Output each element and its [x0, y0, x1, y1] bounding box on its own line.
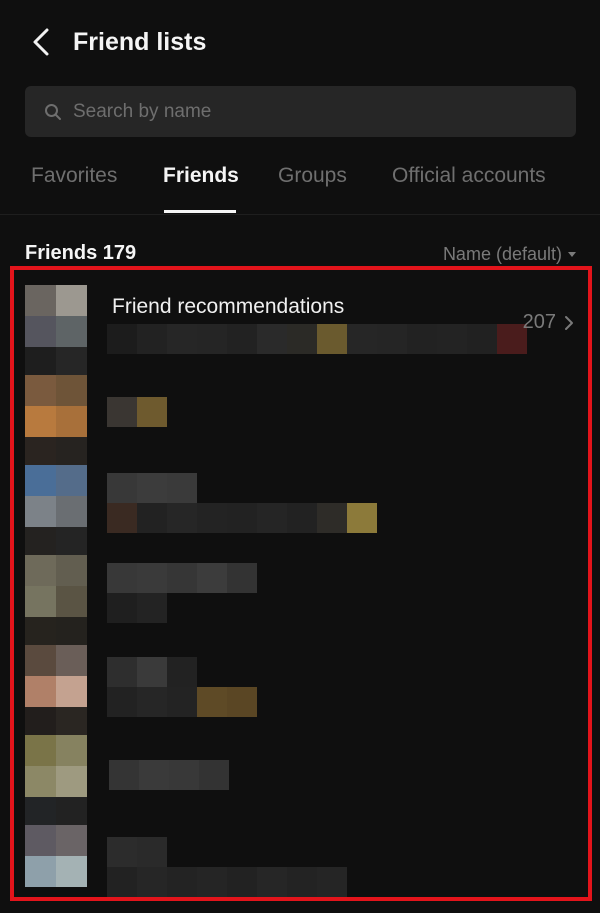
pixelated-preview	[107, 324, 527, 354]
search-bar[interactable]	[25, 86, 576, 137]
friends-count-heading: Friends 179	[25, 242, 137, 264]
recommendations-count-value: 207	[522, 311, 556, 333]
app-header: Friend lists	[0, 0, 600, 84]
pixelated-preview	[107, 867, 347, 897]
pixelated-preview	[107, 593, 167, 623]
avatar-fragment	[25, 437, 87, 465]
search-icon	[44, 103, 62, 121]
avatar	[25, 555, 87, 617]
avatar	[25, 825, 87, 887]
pixelated-preview	[107, 503, 377, 533]
avatar-fragment	[25, 617, 87, 645]
tab-official-accounts[interactable]: Official accounts	[392, 164, 546, 188]
tab-groups[interactable]: Groups	[278, 164, 347, 188]
sort-dropdown[interactable]: Name (default)	[443, 244, 576, 265]
chevron-right-icon	[565, 315, 573, 330]
friend-row[interactable]	[0, 823, 600, 913]
page-title: Friend lists	[73, 28, 207, 56]
search-input[interactable]	[71, 99, 535, 124]
avatar-fragment	[25, 527, 87, 555]
avatar-fragment	[25, 347, 87, 375]
friend-recommendations-row[interactable]: Friend recommendations 207	[0, 283, 600, 375]
friend-row[interactable]	[0, 643, 600, 735]
pixelated-name	[107, 563, 257, 593]
pixelated-name	[107, 657, 197, 687]
avatar	[25, 645, 87, 707]
avatar-fragment	[25, 707, 87, 735]
pixelated-name	[107, 473, 197, 503]
avatar	[25, 375, 87, 437]
recommendations-label: Friend recommendations	[112, 295, 345, 318]
pixelated-name	[107, 397, 167, 427]
avatar	[25, 465, 87, 527]
sort-label: Name (default)	[442, 244, 562, 264]
chevron-left-icon	[33, 28, 49, 56]
active-tab-indicator	[164, 210, 236, 213]
tab-bar: Favorites Friends Groups Official accoun…	[0, 150, 600, 215]
avatar	[25, 735, 87, 797]
tab-favorites[interactable]: Favorites	[31, 164, 117, 188]
pixelated-name	[107, 837, 167, 867]
back-button[interactable]	[24, 24, 58, 60]
avatar	[25, 285, 87, 347]
caret-down-icon	[568, 252, 576, 257]
pixelated-name	[109, 760, 229, 790]
tab-friends[interactable]: Friends	[163, 164, 239, 188]
recommendations-count: 207	[523, 311, 574, 334]
pixelated-preview	[107, 687, 257, 717]
friend-row[interactable]	[0, 553, 600, 645]
friend-row[interactable]	[0, 373, 600, 465]
avatar-fragment	[25, 797, 87, 825]
friend-row[interactable]	[0, 463, 600, 555]
friend-row[interactable]	[0, 733, 600, 825]
